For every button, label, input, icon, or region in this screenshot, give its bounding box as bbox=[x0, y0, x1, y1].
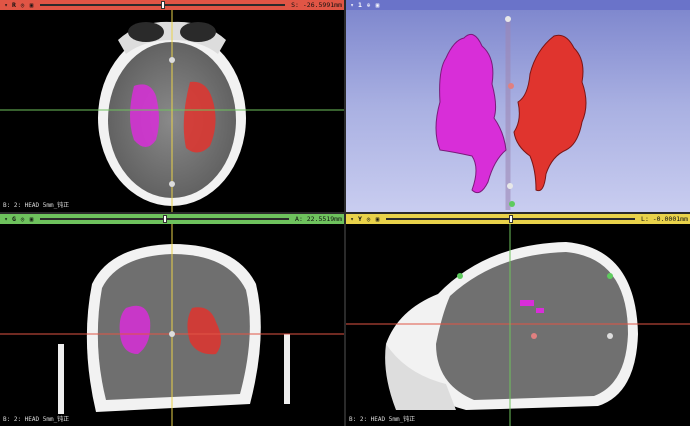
green-slice-view[interactable]: ▾ G ◎ ▣ A: 22.5519mm B: 2: HEAD 5mm_钝正 bbox=[0, 214, 344, 426]
link-icon[interactable]: ◎ bbox=[364, 216, 373, 223]
crosshair-handle[interactable] bbox=[169, 181, 175, 187]
left-segment-model bbox=[435, 33, 507, 194]
sagittal-ct-image bbox=[346, 224, 690, 426]
segment-marker bbox=[536, 308, 544, 313]
pin-icon[interactable]: ▾ bbox=[348, 1, 356, 9]
plane-handle[interactable] bbox=[507, 183, 513, 189]
view-controls-icon[interactable]: ⊕ bbox=[364, 2, 373, 9]
plane-handle[interactable] bbox=[607, 273, 613, 279]
red-slider-handle[interactable] bbox=[160, 1, 165, 9]
pin-icon[interactable]: ▾ bbox=[2, 1, 10, 9]
threed-render bbox=[435, 16, 587, 210]
link-icon[interactable]: ◎ bbox=[18, 2, 27, 9]
yellow-offset-slider[interactable] bbox=[386, 215, 636, 223]
pin-icon[interactable]: ▾ bbox=[2, 215, 10, 223]
yellow-volume-caption: B: 2: HEAD 5mm_钝正 bbox=[349, 416, 416, 423]
right-segment-model bbox=[513, 34, 587, 192]
yellow-slice-controller: ▾ Y ◎ ▣ L: -0.0001mm bbox=[346, 214, 690, 224]
axial-ct-image bbox=[0, 10, 344, 212]
eye-icon[interactable]: ▣ bbox=[373, 216, 382, 223]
eye-icon[interactable]: ▣ bbox=[27, 216, 36, 223]
red-offset-value: S: -26.5991mm bbox=[291, 1, 342, 9]
threed-view-label: 1 bbox=[358, 1, 362, 9]
threed-view[interactable]: ▾ 1 ⊕ ▣ bbox=[346, 0, 690, 212]
plane-handle[interactable] bbox=[508, 83, 514, 89]
plane-handle[interactable] bbox=[457, 273, 463, 279]
left-hemisphere-segment bbox=[130, 84, 159, 147]
segment-marker bbox=[520, 300, 534, 306]
coronal-ct-image bbox=[0, 224, 344, 426]
yellow-slider-handle[interactable] bbox=[508, 215, 513, 223]
green-offset-value: A: 22.5519mm bbox=[295, 215, 342, 223]
yellow-slice-view[interactable]: ▾ Y ◎ ▣ L: -0.0001mm B: 2: HEAD 5mm_钝正 bbox=[346, 214, 690, 426]
eye-icon[interactable]: ▣ bbox=[27, 2, 36, 9]
yellow-view-label: Y bbox=[358, 215, 362, 223]
crosshair-handle[interactable] bbox=[169, 331, 175, 337]
threed-view-controller: ▾ 1 ⊕ ▣ bbox=[346, 0, 690, 10]
green-slice-controller: ▾ G ◎ ▣ A: 22.5519mm bbox=[0, 214, 344, 224]
red-view-label: R bbox=[12, 1, 16, 9]
link-icon[interactable]: ◎ bbox=[18, 216, 27, 223]
red-volume-caption: B: 2: HEAD 5mm_钝正 bbox=[3, 202, 70, 209]
plane-handle[interactable] bbox=[531, 333, 537, 339]
eye-icon[interactable]: ▣ bbox=[373, 2, 382, 9]
plane-handle[interactable] bbox=[509, 201, 515, 207]
crosshair-handle[interactable] bbox=[169, 57, 175, 63]
yellow-offset-value: L: -0.0001mm bbox=[641, 215, 688, 223]
green-slider-handle[interactable] bbox=[162, 215, 167, 223]
plane-handle[interactable] bbox=[607, 333, 613, 339]
red-offset-slider[interactable] bbox=[40, 1, 286, 9]
green-volume-caption: B: 2: HEAD 5mm_钝正 bbox=[3, 416, 70, 423]
plane-handle[interactable] bbox=[505, 16, 511, 22]
red-slice-view[interactable]: ▾ R ◎ ▣ S: -26.5991mm B: 2: HEAD 5mm_钝正 bbox=[0, 0, 344, 212]
green-view-label: G bbox=[12, 215, 16, 223]
pin-icon[interactable]: ▾ bbox=[348, 215, 356, 223]
slice-view-layout: ▾ R ◎ ▣ S: -26.5991mm B: 2: HEAD 5mm_钝正 … bbox=[0, 0, 690, 426]
green-offset-slider[interactable] bbox=[40, 215, 290, 223]
red-slice-controller: ▾ R ◎ ▣ S: -26.5991mm bbox=[0, 0, 344, 10]
